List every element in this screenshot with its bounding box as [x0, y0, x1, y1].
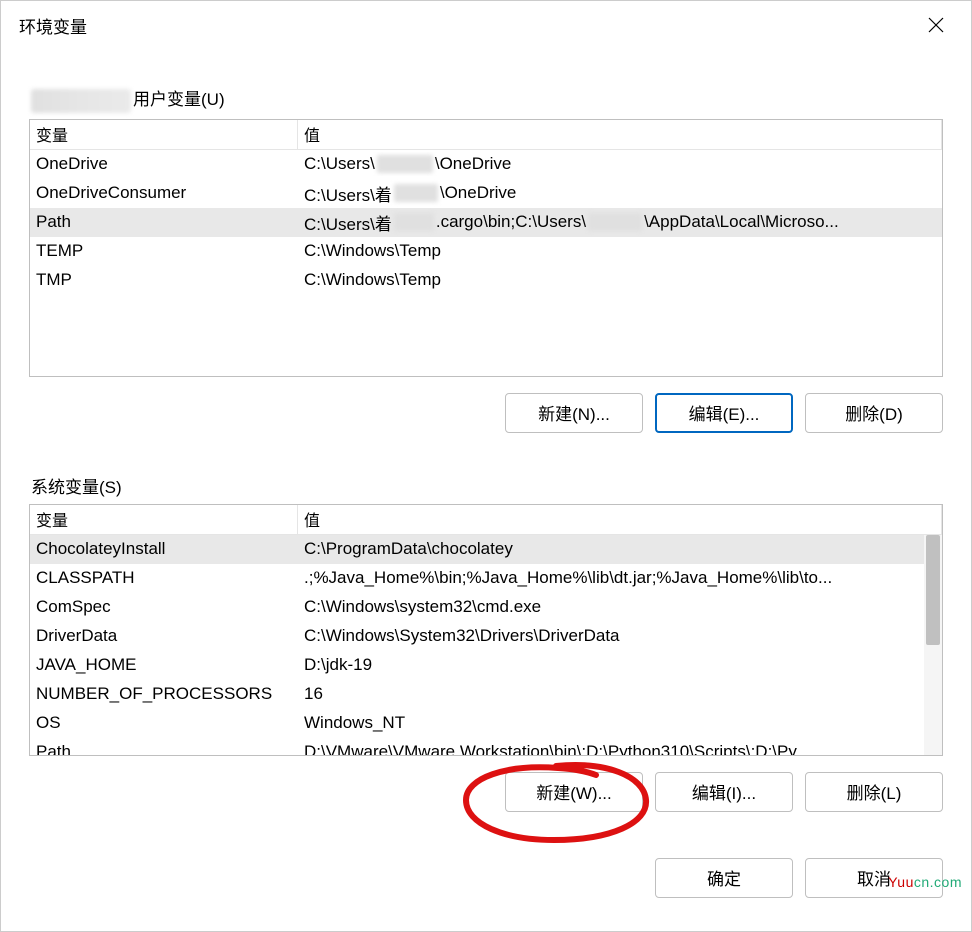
system-button-row: 新建(W)... 编辑(I)... 删除(L): [29, 772, 943, 812]
table-row[interactable]: OneDriveC:\Users\\OneDrive: [30, 150, 942, 179]
user-variables-label-text: 用户变量(U): [133, 90, 225, 109]
watermark: Yuucn.com: [888, 874, 962, 890]
column-header-value[interactable]: 值: [298, 120, 942, 149]
titlebar: 环境变量: [1, 1, 971, 49]
cell-value: C:\Windows\Temp: [298, 268, 942, 292]
scrollbar-thumb[interactable]: [926, 535, 940, 645]
table-row[interactable]: OSWindows_NT: [30, 709, 942, 738]
table-row[interactable]: TMPC:\Windows\Temp: [30, 266, 942, 295]
table-row[interactable]: CLASSPATH.;%Java_Home%\bin;%Java_Home%\l…: [30, 564, 942, 593]
system-delete-button[interactable]: 删除(L): [805, 772, 943, 812]
cell-variable: CLASSPATH: [30, 566, 298, 590]
user-edit-button[interactable]: 编辑(E)...: [655, 393, 793, 433]
dialog-actions: 确定 取消: [29, 858, 943, 898]
close-icon: [928, 17, 944, 33]
dialog-title: 环境变量: [19, 13, 87, 38]
cell-variable: NUMBER_OF_PROCESSORS: [30, 682, 298, 706]
cell-variable: ComSpec: [30, 595, 298, 619]
cell-variable: TEMP: [30, 239, 298, 263]
cell-variable: OneDriveConsumer: [30, 181, 298, 205]
column-header-value[interactable]: 值: [298, 505, 942, 534]
watermark-a: Yuu: [888, 874, 914, 890]
cell-variable: Path: [30, 740, 298, 756]
column-header-variable[interactable]: 变量: [30, 505, 298, 534]
cell-variable: ChocolateyInstall: [30, 537, 298, 561]
table-row[interactable]: PathD:\VMware\VMware Workstation\bin\;D:…: [30, 738, 942, 756]
table-row[interactable]: ComSpecC:\Windows\system32\cmd.exe: [30, 593, 942, 622]
cell-value: Windows_NT: [298, 711, 942, 735]
cell-value: .;%Java_Home%\bin;%Java_Home%\lib\dt.jar…: [298, 566, 942, 590]
user-new-button[interactable]: 新建(N)...: [505, 393, 643, 433]
cell-value: C:\Users\\OneDrive: [298, 152, 942, 176]
scrollbar[interactable]: [924, 535, 942, 755]
cell-value: C:\Windows\System32\Drivers\DriverData: [298, 624, 942, 648]
cell-variable: TMP: [30, 268, 298, 292]
table-row[interactable]: TEMPC:\Windows\Temp: [30, 237, 942, 266]
table-row[interactable]: ChocolateyInstallC:\ProgramData\chocolat…: [30, 535, 942, 564]
ok-button[interactable]: 确定: [655, 858, 793, 898]
system-variables-label: 系统变量(S): [31, 473, 971, 498]
cell-value: D:\jdk-19: [298, 653, 942, 677]
column-header-variable[interactable]: 变量: [30, 120, 298, 149]
cell-value: C:\ProgramData\chocolatey: [298, 537, 942, 561]
system-edit-button[interactable]: 编辑(I)...: [655, 772, 793, 812]
list-header: 变量 值: [30, 120, 942, 150]
cell-variable: Path: [30, 210, 298, 234]
cell-value: C:\Windows\system32\cmd.exe: [298, 595, 942, 619]
redacted-username: [31, 89, 131, 113]
list-header: 变量 值: [30, 505, 942, 535]
user-variables-label: 用户变量(U): [31, 85, 971, 113]
watermark-b: cn.com: [914, 874, 962, 890]
table-row[interactable]: DriverDataC:\Windows\System32\Drivers\Dr…: [30, 622, 942, 651]
cell-value: 16: [298, 682, 942, 706]
cell-value: D:\VMware\VMware Workstation\bin\;D:\Pyt…: [298, 740, 942, 756]
table-row[interactable]: PathC:\Users\着.cargo\bin;C:\Users\\AppDa…: [30, 208, 942, 237]
user-variables-list[interactable]: 变量 值 OneDriveC:\Users\\OneDriveOneDriveC…: [29, 119, 943, 377]
cell-variable: OneDrive: [30, 152, 298, 176]
system-variables-list[interactable]: 变量 值 ChocolateyInstallC:\ProgramData\cho…: [29, 504, 943, 756]
table-row[interactable]: OneDriveConsumerC:\Users\着\OneDrive: [30, 179, 942, 208]
system-new-button[interactable]: 新建(W)...: [505, 772, 643, 812]
cell-value: C:\Users\着\OneDrive: [298, 179, 942, 208]
user-button-row: 新建(N)... 编辑(E)... 删除(D): [29, 393, 943, 433]
cell-value: C:\Users\着.cargo\bin;C:\Users\\AppData\L…: [298, 208, 942, 237]
environment-variables-dialog: 环境变量 用户变量(U) 变量 值 OneDriveC:\Users\\OneD…: [0, 0, 972, 932]
close-button[interactable]: [913, 9, 959, 41]
table-row[interactable]: JAVA_HOMED:\jdk-19: [30, 651, 942, 680]
table-row[interactable]: NUMBER_OF_PROCESSORS16: [30, 680, 942, 709]
cell-variable: DriverData: [30, 624, 298, 648]
user-delete-button[interactable]: 删除(D): [805, 393, 943, 433]
cell-variable: JAVA_HOME: [30, 653, 298, 677]
cell-variable: OS: [30, 711, 298, 735]
cell-value: C:\Windows\Temp: [298, 239, 942, 263]
